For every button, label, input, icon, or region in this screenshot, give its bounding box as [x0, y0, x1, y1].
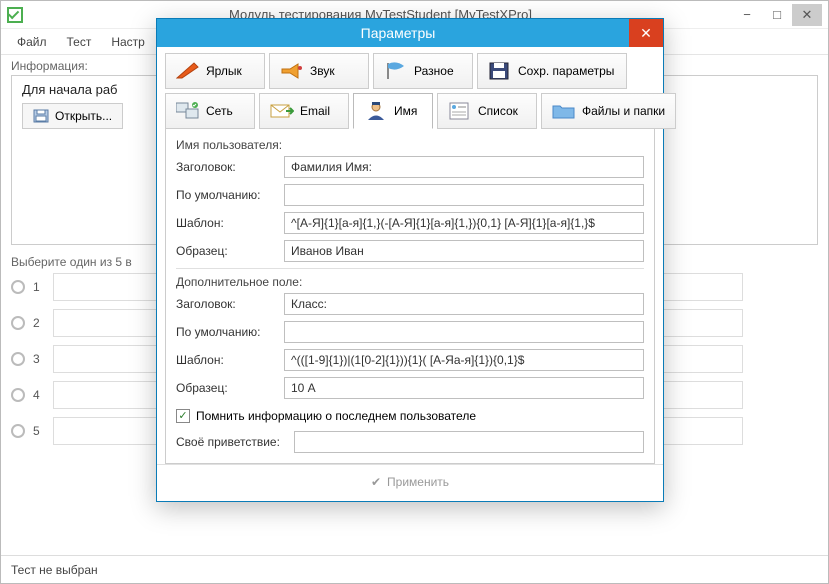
extra-group-label: Дополнительное поле: [176, 275, 644, 289]
save-params-label: Сохр. параметры [518, 64, 614, 78]
tab-shortcut[interactable]: Ярлык [165, 53, 265, 89]
menu-test[interactable]: Тест [59, 32, 100, 52]
form-row: Образец: [176, 377, 644, 399]
shortcut-icon [176, 61, 200, 81]
menu-file[interactable]: Файл [9, 32, 55, 52]
folder-icon [552, 101, 576, 121]
email-icon [270, 101, 294, 121]
variant-num: 4 [33, 388, 45, 402]
status-bar: Тест не выбран [1, 555, 828, 583]
menu-settings[interactable]: Настр [103, 32, 153, 52]
save-icon [488, 61, 512, 81]
user-default-input[interactable] [284, 184, 644, 206]
user-pattern-input[interactable] [284, 212, 644, 234]
variant-radio[interactable] [11, 280, 25, 294]
extra-pattern-input[interactable] [284, 349, 644, 371]
tab-email[interactable]: Email [259, 93, 349, 129]
sample-label: Образец: [176, 244, 276, 258]
tab-misc[interactable]: Разное [373, 53, 473, 89]
form-row: Шаблон: [176, 212, 644, 234]
maximize-button[interactable]: □ [762, 4, 792, 26]
tab-sound[interactable]: Звук [269, 53, 369, 89]
app-icon [7, 7, 23, 23]
tab-list[interactable]: Список [437, 93, 537, 129]
variant-num: 2 [33, 316, 45, 330]
dialog-close-button[interactable]: ✕ [629, 19, 663, 47]
remember-row: Помнить информацию о последнем пользоват… [176, 409, 644, 423]
form-row: Заголовок: [176, 156, 644, 178]
list-icon [448, 101, 472, 121]
header-label: Заголовок: [176, 160, 276, 174]
window-controls: − □ ✕ [732, 4, 822, 26]
form-row: По умолчанию: [176, 321, 644, 343]
user-group-label: Имя пользователя: [176, 138, 644, 152]
variant-radio[interactable] [11, 388, 25, 402]
form-row: По умолчанию: [176, 184, 644, 206]
divider [176, 268, 644, 269]
greeting-label: Своё приветствие: [176, 435, 286, 449]
apply-button[interactable]: ✔ Применить [371, 475, 449, 489]
tab-content: Имя пользователя: Заголовок: По умолчани… [165, 128, 655, 464]
apply-bar: ✔ Применить [157, 464, 663, 501]
variant-radio[interactable] [11, 352, 25, 366]
tab-shortcut-label: Ярлык [206, 64, 242, 78]
tab-misc-label: Разное [414, 64, 454, 78]
save-params-button[interactable]: Сохр. параметры [477, 53, 627, 89]
dialog-titlebar: Параметры ✕ [157, 19, 663, 47]
tab-name-label: Имя [394, 104, 417, 118]
default-label: По умолчанию: [176, 325, 276, 339]
extra-header-input[interactable] [284, 293, 644, 315]
remember-checkbox[interactable] [176, 409, 190, 423]
minimize-button[interactable]: − [732, 4, 762, 26]
pattern-label: Шаблон: [176, 353, 276, 367]
tab-network-label: Сеть [206, 104, 233, 118]
tab-files-label: Файлы и папки [582, 104, 665, 118]
sample-label: Образец: [176, 381, 276, 395]
form-row: Заголовок: [176, 293, 644, 315]
user-icon [364, 101, 388, 121]
check-icon: ✔ [371, 475, 381, 489]
pattern-label: Шаблон: [176, 216, 276, 230]
remember-label: Помнить информацию о последнем пользоват… [196, 409, 476, 423]
tab-name[interactable]: Имя [353, 93, 433, 129]
megaphone-icon [280, 61, 304, 81]
tab-list-label: Список [478, 104, 518, 118]
variant-num: 5 [33, 424, 45, 438]
default-label: По умолчанию: [176, 188, 276, 202]
apply-label: Применить [387, 475, 449, 489]
greeting-row: Своё приветствие: [176, 431, 644, 453]
extra-default-input[interactable] [284, 321, 644, 343]
variant-num: 3 [33, 352, 45, 366]
form-row: Образец: [176, 240, 644, 262]
form-row: Шаблон: [176, 349, 644, 371]
dialog-toolbar: Ярлык Звук Разное Сохр. параметры Сеть [157, 47, 663, 464]
greeting-input[interactable] [294, 431, 644, 453]
open-button-label: Открыть... [55, 109, 112, 123]
toolbar-row-1: Ярлык Звук Разное Сохр. параметры [165, 53, 655, 89]
settings-dialog: Параметры ✕ Ярлык Звук Разное Сохр. пара… [156, 18, 664, 502]
tab-sound-label: Звук [310, 64, 335, 78]
tab-files[interactable]: Файлы и папки [541, 93, 676, 129]
variant-radio[interactable] [11, 316, 25, 330]
tab-email-label: Email [300, 104, 330, 118]
user-header-input[interactable] [284, 156, 644, 178]
tab-network[interactable]: Сеть [165, 93, 255, 129]
dialog-title: Параметры [167, 25, 629, 41]
header-label: Заголовок: [176, 297, 276, 311]
user-sample-input[interactable] [284, 240, 644, 262]
variant-num: 1 [33, 280, 45, 294]
open-button[interactable]: Открыть... [22, 103, 123, 129]
status-text: Тест не выбран [11, 563, 98, 577]
variant-radio[interactable] [11, 424, 25, 438]
close-button[interactable]: ✕ [792, 4, 822, 26]
flag-icon [384, 61, 408, 81]
disk-icon [33, 108, 49, 124]
network-icon [176, 101, 200, 121]
toolbar-row-2: Сеть Email Имя Список Файлы и папки [165, 93, 655, 129]
extra-sample-input[interactable] [284, 377, 644, 399]
